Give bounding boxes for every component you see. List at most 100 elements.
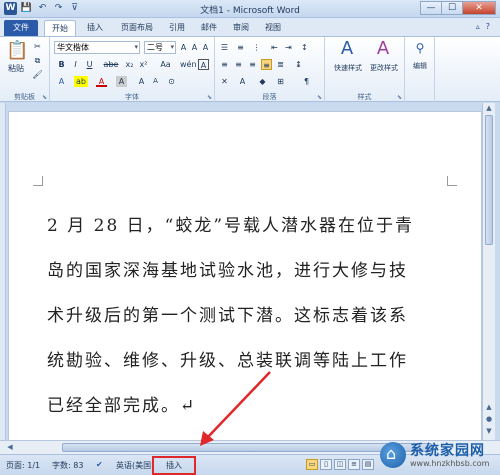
outline-view-icon[interactable]: ≡ bbox=[348, 459, 360, 470]
align-left-icon[interactable]: ≡ bbox=[219, 59, 230, 70]
font-group-label: 字体 bbox=[125, 93, 139, 101]
clipboard-launcher-icon[interactable]: ⬊ bbox=[42, 94, 47, 101]
paste-label: 粘贴 bbox=[8, 64, 24, 73]
cut-icon[interactable]: ✂ bbox=[32, 41, 43, 52]
align-center-icon[interactable]: ≡ bbox=[233, 59, 244, 70]
paste-icon[interactable]: 📋 bbox=[6, 41, 28, 61]
document-body[interactable]: 2 月 28 日，“蛟龙”号载人潜水器在位于青 岛的国家深海基地试验水池，进行大… bbox=[47, 204, 447, 429]
vertical-ruler bbox=[0, 103, 6, 440]
font-family-select[interactable]: 华文楷体 bbox=[54, 41, 140, 54]
decrease-indent-icon[interactable]: ⇤ bbox=[269, 42, 280, 53]
font-size-select[interactable]: 二号 bbox=[144, 41, 176, 54]
tab-review[interactable]: 审阅 bbox=[228, 20, 254, 36]
tab-references[interactable]: 引用 bbox=[164, 20, 190, 36]
horizontal-scroll-thumb[interactable] bbox=[62, 443, 432, 452]
tab-file[interactable]: 文件 bbox=[4, 20, 38, 36]
font-launcher-icon[interactable]: ⬊ bbox=[207, 94, 212, 101]
tab-mailings[interactable]: 邮件 bbox=[196, 20, 222, 36]
next-page-icon[interactable]: ▼ bbox=[483, 427, 495, 437]
paste-button[interactable]: 粘贴 bbox=[4, 63, 28, 74]
help-icon[interactable]: ? bbox=[486, 22, 490, 31]
change-case-icon[interactable]: Aa bbox=[160, 59, 171, 70]
asian-layout-icon[interactable]: A bbox=[237, 76, 248, 87]
change-styles-button[interactable]: 更改样式 bbox=[365, 63, 403, 73]
vertical-scrollbar[interactable]: ▲ ▲ ● ▼ bbox=[482, 103, 495, 440]
styles-launcher-icon[interactable]: ⬊ bbox=[397, 94, 402, 101]
copy-icon[interactable]: ⧉ bbox=[32, 55, 43, 66]
scroll-up-icon[interactable]: ▲ bbox=[483, 104, 495, 114]
styles-group: A 快速样式 A 更改样式 样式 ⬊ bbox=[325, 37, 405, 103]
character-shading-icon[interactable]: A bbox=[116, 76, 127, 87]
subscript-button[interactable]: x₂ bbox=[124, 59, 135, 70]
bullets-icon[interactable]: ☰ bbox=[219, 42, 230, 53]
editing-button[interactable]: 编辑 bbox=[407, 61, 433, 71]
scroll-left-icon[interactable]: ◀ bbox=[4, 443, 16, 453]
vertical-scroll-thumb[interactable] bbox=[485, 115, 493, 245]
phonetic-guide-icon[interactable]: wén bbox=[180, 59, 197, 70]
enclose-characters-icon[interactable]: ⊙ bbox=[166, 76, 177, 87]
grow-font-icon[interactable]: A bbox=[178, 42, 189, 53]
find-icon[interactable]: ⚲ bbox=[411, 41, 429, 55]
ribbon-tabs: 文件 开始 插入 页面布局 引用 邮件 审阅 视图 ▵ ? bbox=[0, 18, 500, 36]
minimize-button[interactable]: — bbox=[420, 1, 442, 15]
close-button[interactable]: ✕ bbox=[462, 1, 496, 15]
full-screen-view-icon[interactable]: ▯ bbox=[320, 459, 332, 470]
line-spacing-icon[interactable]: ↨ bbox=[293, 59, 304, 70]
distributed-icon[interactable]: ≣ bbox=[275, 59, 286, 70]
maximize-button[interactable]: ☐ bbox=[441, 1, 463, 15]
word-count[interactable]: 字数: 83 bbox=[52, 460, 83, 471]
paragraph-launcher-icon[interactable]: ⬊ bbox=[317, 94, 322, 101]
document-line: 已经全部完成。↵ bbox=[47, 396, 197, 416]
insert-mode-indicator[interactable]: 插入 bbox=[152, 456, 196, 475]
numbering-icon[interactable]: ≡ bbox=[235, 42, 246, 53]
quick-styles-icon[interactable]: A bbox=[337, 39, 357, 59]
select-browse-object-icon[interactable]: ● bbox=[483, 415, 495, 425]
proofing-icon[interactable]: ✔ bbox=[96, 460, 103, 469]
italic-button[interactable]: I bbox=[70, 59, 81, 70]
underline-button[interactable]: U bbox=[84, 59, 95, 70]
shading-icon[interactable]: ◆ bbox=[257, 76, 268, 87]
format-painter-icon[interactable]: 🖌 bbox=[32, 69, 43, 80]
page-count[interactable]: 页面: 1/1 bbox=[6, 460, 40, 471]
tab-page-layout[interactable]: 页面布局 bbox=[114, 20, 160, 36]
view-buttons: ▭ ▯ ◫ ≡ ▤ bbox=[306, 459, 374, 470]
show-marks-icon[interactable]: ¶ bbox=[301, 76, 312, 87]
document-page[interactable]: 2 月 28 日，“蛟龙”号载人潜水器在位于青 岛的国家深海基地试验水池，进行大… bbox=[8, 111, 482, 443]
text-direction-icon[interactable]: ✕ bbox=[219, 76, 230, 87]
tab-home[interactable]: 开始 bbox=[44, 20, 76, 36]
text-effects-icon[interactable]: A bbox=[56, 76, 67, 87]
sort-icon[interactable]: ↕ bbox=[299, 42, 310, 53]
character-border-icon[interactable]: A bbox=[198, 59, 209, 70]
document-line: 岛的国家深海基地试验水池，进行大修与技 bbox=[47, 261, 408, 281]
change-styles-icon[interactable]: A bbox=[373, 39, 393, 59]
highlight-color-icon[interactable]: ab bbox=[74, 76, 88, 87]
margin-corner-top-left bbox=[33, 176, 43, 186]
title-bar: W 💾 ↶ ↷ ⊽ 文档1 - Microsoft Word — ☐ ✕ bbox=[0, 0, 500, 18]
window-controls: — ☐ ✕ bbox=[420, 1, 496, 15]
minimize-ribbon-icon[interactable]: ▵ bbox=[476, 22, 480, 31]
clipboard-group: 📋 粘贴 ✂ ⧉ 🖌 剪贴板 ⬊ bbox=[0, 37, 50, 103]
print-layout-view-icon[interactable]: ▭ bbox=[306, 459, 318, 470]
shrink-font-icon-2[interactable]: A bbox=[150, 76, 161, 87]
draft-view-icon[interactable]: ▤ bbox=[362, 459, 374, 470]
align-right-icon[interactable]: ≡ bbox=[247, 59, 258, 70]
prev-page-icon[interactable]: ▲ bbox=[483, 403, 495, 413]
justify-icon[interactable]: ≡ bbox=[261, 59, 272, 70]
tab-view[interactable]: 视图 bbox=[260, 20, 286, 36]
language-indicator[interactable]: 英语(美国) bbox=[116, 460, 154, 471]
ribbon-right-controls: ▵ ? bbox=[476, 22, 490, 31]
editing-group: ⚲ 编辑 bbox=[405, 37, 435, 103]
strikethrough-button[interactable]: abe bbox=[102, 59, 120, 70]
grow-font-icon-2[interactable]: A bbox=[136, 76, 147, 87]
tab-insert[interactable]: 插入 bbox=[80, 20, 110, 36]
increase-indent-icon[interactable]: ⇥ bbox=[283, 42, 294, 53]
shrink-font-icon[interactable]: A bbox=[189, 42, 200, 53]
borders-icon[interactable]: ⊞ bbox=[275, 76, 286, 87]
superscript-button[interactable]: x² bbox=[138, 59, 149, 70]
multilevel-list-icon[interactable]: ⋮ bbox=[251, 42, 262, 53]
bold-button[interactable]: B bbox=[56, 59, 67, 70]
clear-format-icon[interactable]: A bbox=[200, 42, 211, 53]
quick-styles-button[interactable]: 快速样式 bbox=[329, 63, 367, 73]
web-layout-view-icon[interactable]: ◫ bbox=[334, 459, 346, 470]
font-color-icon[interactable]: A bbox=[96, 76, 107, 87]
